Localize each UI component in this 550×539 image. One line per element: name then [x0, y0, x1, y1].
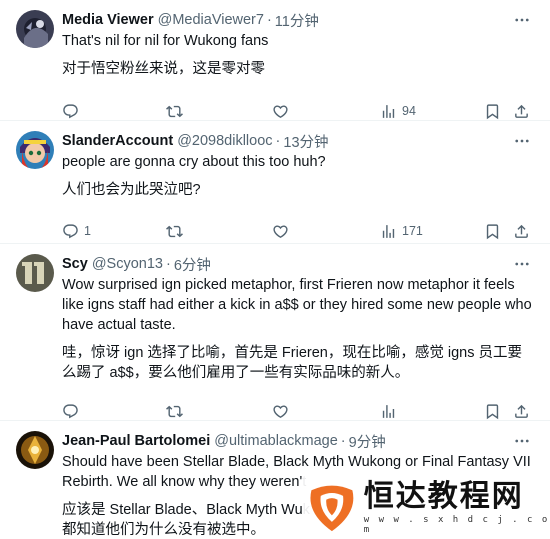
watermark: 恒达教程网 w w w . s x h d c j . c o m — [302, 475, 550, 539]
share-icon — [515, 404, 528, 418]
view-count: 94 — [402, 104, 416, 118]
view-count: 171 — [402, 224, 423, 238]
author-handle[interactable]: @2098dikllooc — [177, 133, 272, 149]
tweet-text: Wow surprised ign picked metaphor, first… — [62, 277, 532, 333]
author-name[interactable]: SlanderAccount — [62, 133, 173, 149]
tweet-header: Jean-Paul Bartolomei @ultimablackmage · … — [62, 431, 534, 451]
timestamp[interactable]: 9分钟 — [349, 431, 386, 451]
views-button[interactable]: 171 — [380, 216, 423, 246]
tweet-translation: 人们也会为此哭泣吧? — [62, 182, 201, 198]
analytics-icon — [382, 224, 395, 238]
heart-icon — [273, 404, 288, 418]
analytics-icon — [382, 404, 395, 418]
retweet-icon — [166, 105, 183, 117]
separator-dot: · — [275, 133, 281, 149]
share-icon — [515, 224, 528, 238]
reply-count: 1 — [84, 224, 91, 238]
reply-icon — [63, 103, 78, 118]
like-button[interactable] — [272, 216, 294, 246]
tweet-header: SlanderAccount @2098dikllooc · 13分钟 — [62, 131, 534, 151]
author-name[interactable]: Media Viewer — [62, 12, 154, 28]
avatar[interactable] — [16, 254, 54, 292]
author-handle[interactable]: @Scyon13 — [92, 256, 163, 272]
timestamp[interactable]: 6分钟 — [174, 254, 211, 274]
share-button[interactable] — [513, 216, 530, 246]
author-name[interactable]: Scy — [62, 256, 88, 272]
bookmark-icon — [486, 103, 499, 119]
tweet[interactable]: Scy @Scyon13 · 6分钟 Wow surprised ign pic… — [0, 244, 550, 421]
watermark-title: 恒达教程网 — [363, 479, 524, 514]
more-options-icon[interactable] — [512, 254, 532, 274]
bookmark-icon — [486, 403, 499, 419]
watermark-url: w w w . s x h d c j . c o m — [363, 515, 550, 535]
separator-dot: · — [340, 433, 346, 449]
avatar[interactable] — [16, 10, 54, 48]
more-options-icon[interactable] — [512, 10, 532, 30]
tweet[interactable]: Media Viewer @MediaViewer7 · 11分钟 That's… — [0, 0, 550, 121]
more-options-icon[interactable] — [512, 431, 532, 451]
avatar[interactable] — [16, 431, 54, 469]
analytics-icon — [382, 104, 395, 118]
tweet-translation: 对于悟空粉丝来说，这是零对零 — [62, 61, 265, 77]
tweet-header: Media Viewer @MediaViewer7 · 11分钟 — [62, 10, 534, 30]
avatar[interactable] — [16, 131, 54, 169]
tweet-header: Scy @Scyon13 · 6分钟 — [62, 254, 534, 274]
bookmark-icon — [486, 223, 499, 239]
more-options-icon[interactable] — [512, 131, 532, 151]
author-handle[interactable]: @ultimablackmage — [214, 433, 338, 449]
share-icon — [515, 104, 528, 118]
heart-icon — [273, 104, 288, 118]
tweet-translation: 哇，惊讶 ign 选择了比喻，首先是 Frieren，现在比喻，感觉 igns … — [62, 345, 523, 381]
bookmark-button[interactable] — [484, 216, 501, 246]
separator-dot: · — [165, 256, 171, 272]
tweet-text: That's nil for nil for Wukong fans — [62, 33, 269, 49]
tweet-actions: 1 171 — [62, 216, 534, 246]
retweet-icon — [166, 225, 183, 237]
tweet-text: people are gonna cry about this too huh? — [62, 154, 326, 170]
timestamp[interactable]: 13分钟 — [283, 131, 328, 151]
tweet[interactable]: SlanderAccount @2098dikllooc · 13分钟 peop… — [0, 121, 550, 244]
timestamp[interactable]: 11分钟 — [275, 10, 319, 30]
reply-button[interactable]: 1 — [62, 216, 91, 246]
heart-icon — [273, 224, 288, 238]
retweet-icon — [166, 405, 183, 417]
watermark-logo-icon — [310, 485, 354, 532]
reply-icon — [63, 223, 78, 238]
retweet-button[interactable] — [166, 216, 188, 246]
reply-icon — [63, 403, 78, 418]
author-handle[interactable]: @MediaViewer7 — [158, 12, 264, 28]
author-name[interactable]: Jean-Paul Bartolomei — [62, 433, 210, 449]
separator-dot: · — [266, 12, 272, 28]
